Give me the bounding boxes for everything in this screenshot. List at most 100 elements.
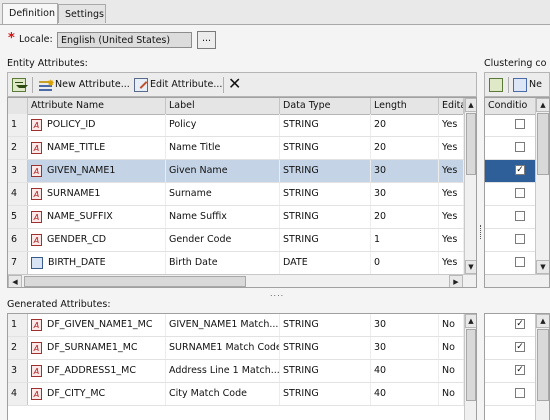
table-row[interactable]: 2 A DF_SURNAME1_MC SURNAME1 Match Code STRIN…: [8, 337, 476, 360]
clustering-new-button[interactable]: Ne: [513, 77, 542, 93]
data-type-cell-text: STRING: [283, 211, 319, 222]
table-row[interactable]: 6 A GENDER_CD Gender Code STRING 1 Yes: [8, 229, 476, 252]
generated-vertical-scrollbar[interactable]: ▲: [464, 314, 476, 420]
scroll-up-icon[interactable]: ▲: [465, 98, 476, 112]
attribute-name-cell: A DF_ADDRESS1_MC: [28, 360, 166, 382]
scroll-left-icon[interactable]: ◀: [8, 275, 22, 287]
toggle-panel-button[interactable]: [12, 77, 28, 93]
header-data-type[interactable]: Data Type: [280, 98, 371, 114]
length-cell-text: 30: [374, 188, 387, 199]
attribute-name: GENDER_CD: [47, 234, 107, 245]
horizontal-splitter-grip[interactable]: ....: [270, 289, 284, 298]
condition-checkbox[interactable]: [515, 257, 525, 267]
scroll-down-icon[interactable]: ▼: [536, 260, 549, 274]
condition-checkbox[interactable]: [515, 142, 525, 152]
attribute-icon: A: [31, 118, 42, 131]
label-cell: SURNAME1 Match Code: [166, 337, 280, 359]
table-row[interactable]: 2 A NAME_TITLE Name Title STRING 20 Yes: [8, 137, 476, 160]
data-type-cell-text: STRING: [283, 319, 319, 330]
editable-cell: Yes: [439, 114, 464, 136]
header-condition[interactable]: Conditio: [485, 98, 537, 114]
editable-cell-text: Yes: [442, 211, 458, 222]
condition-checkbox[interactable]: [515, 119, 525, 129]
header-length[interactable]: Length: [371, 98, 439, 114]
attribute-name: DF_GIVEN_NAME1_MC: [47, 319, 153, 330]
entity-vertical-scrollbar[interactable]: ▲ ▼: [464, 98, 476, 274]
new-condition-icon: [513, 78, 527, 92]
table-row[interactable]: 7 BIRTH_DATE Birth Date DATE 0 Yes: [8, 252, 476, 275]
label-cell: Name Title: [166, 137, 280, 159]
row-number-text: 3: [11, 365, 18, 376]
row-number-text: 1: [11, 119, 18, 130]
data-type-cell-text: STRING: [283, 365, 319, 376]
scroll-up-icon[interactable]: ▲: [536, 314, 549, 328]
edit-attribute-button[interactable]: Edit Attribute...: [134, 77, 222, 93]
tab-settings[interactable]: Settings: [58, 4, 106, 23]
editable-cell: Yes: [439, 206, 464, 228]
attribute-name-cell: A DF_GIVEN_NAME1_MC: [28, 314, 166, 336]
scroll-right-icon[interactable]: ▶: [449, 275, 463, 287]
generated-clustering-vertical-scrollbar[interactable]: ▲: [535, 314, 549, 420]
label-cell-text: Policy: [169, 119, 197, 130]
row-number: 6: [8, 229, 28, 251]
attribute-name: DF_SURNAME1_MC: [47, 342, 138, 353]
attribute-icon: A: [31, 164, 42, 177]
table-row[interactable]: 4 A SURNAME1 Surname STRING 30 Yes: [8, 183, 476, 206]
condition-checkbox[interactable]: ✓: [515, 365, 525, 375]
condition-checkbox[interactable]: ✓: [515, 319, 525, 329]
tab-definition[interactable]: Definition: [2, 3, 58, 24]
table-row[interactable]: 3 A GIVEN_NAME1 Given Name STRING 30 Yes: [8, 160, 476, 183]
label-cell-text: Birth Date: [169, 257, 218, 268]
scroll-thumb[interactable]: [466, 113, 476, 175]
row-number-text: 4: [11, 388, 18, 399]
entity-attributes-grid: Attribute Name Label Data Type Length Ed…: [7, 97, 477, 288]
row-number-text: 2: [11, 142, 18, 153]
condition-checkbox[interactable]: [515, 188, 525, 198]
attribute-name-cell: A SURNAME1: [28, 183, 166, 205]
scroll-down-icon[interactable]: ▼: [465, 260, 476, 274]
scroll-up-icon[interactable]: ▲: [536, 98, 549, 112]
header-label[interactable]: Label: [166, 98, 280, 114]
length-cell: 30: [371, 337, 439, 359]
length-cell: 30: [371, 160, 439, 182]
locale-browse-button[interactable]: ...: [197, 31, 216, 49]
row-number: 3: [8, 160, 28, 182]
clustering-vertical-scrollbar[interactable]: ▲ ▼: [535, 98, 549, 274]
generated-attributes-grid: 1 A DF_GIVEN_NAME1_MC GIVEN_NAME1 Match... S…: [7, 313, 477, 420]
data-type-cell: STRING: [280, 360, 371, 382]
scroll-thumb[interactable]: [537, 113, 549, 175]
vertical-splitter-grip[interactable]: [480, 225, 483, 239]
condition-checkbox[interactable]: ✓: [515, 165, 525, 175]
table-row[interactable]: 1 A DF_GIVEN_NAME1_MC GIVEN_NAME1 Match... S…: [8, 314, 476, 337]
table-row[interactable]: 3 A DF_ADDRESS1_MC Address Line 1 Match... S…: [8, 360, 476, 383]
editable-cell-text: No: [442, 388, 455, 399]
condition-checkbox[interactable]: [515, 211, 525, 221]
clustering-toggle-button[interactable]: [489, 77, 503, 93]
length-cell-text: 20: [374, 119, 387, 130]
horizontal-scroll-thumb[interactable]: [24, 276, 246, 287]
data-type-cell: STRING: [280, 229, 371, 251]
length-cell-text: 30: [374, 342, 387, 353]
length-cell-text: 40: [374, 388, 387, 399]
new-attribute-button[interactable]: ✸ New Attribute...: [39, 77, 130, 93]
table-row[interactable]: 1 A POLICY_ID Policy STRING 20 Yes: [8, 114, 476, 137]
label-cell-text: Given Name: [169, 165, 228, 176]
scroll-thumb[interactable]: [537, 329, 549, 401]
editable-cell: Yes: [439, 137, 464, 159]
label-cell-text: GIVEN_NAME1 Match...: [169, 319, 279, 330]
header-attribute-name[interactable]: Attribute Name: [28, 98, 166, 114]
editable-cell-text: Yes: [442, 188, 458, 199]
condition-checkbox[interactable]: [515, 234, 525, 244]
clustering-horizontal-scrollbar[interactable]: [485, 274, 549, 287]
condition-checkbox[interactable]: [515, 388, 525, 398]
scroll-thumb[interactable]: [466, 329, 476, 401]
table-row[interactable]: 4 A DF_CITY_MC City Match Code STRING 40 No: [8, 383, 476, 406]
scroll-up-icon[interactable]: ▲: [465, 314, 476, 328]
entity-horizontal-scrollbar[interactable]: ◀ ▶: [8, 274, 476, 287]
delete-icon[interactable]: ✕: [228, 75, 241, 93]
condition-checkbox[interactable]: ✓: [515, 342, 525, 352]
header-editable[interactable]: Edita: [439, 98, 464, 114]
table-row[interactable]: 5 A NAME_SUFFIX Name Suffix STRING 20 Yes: [8, 206, 476, 229]
attribute-name: NAME_TITLE: [47, 142, 106, 153]
row-number: 4: [8, 383, 28, 405]
